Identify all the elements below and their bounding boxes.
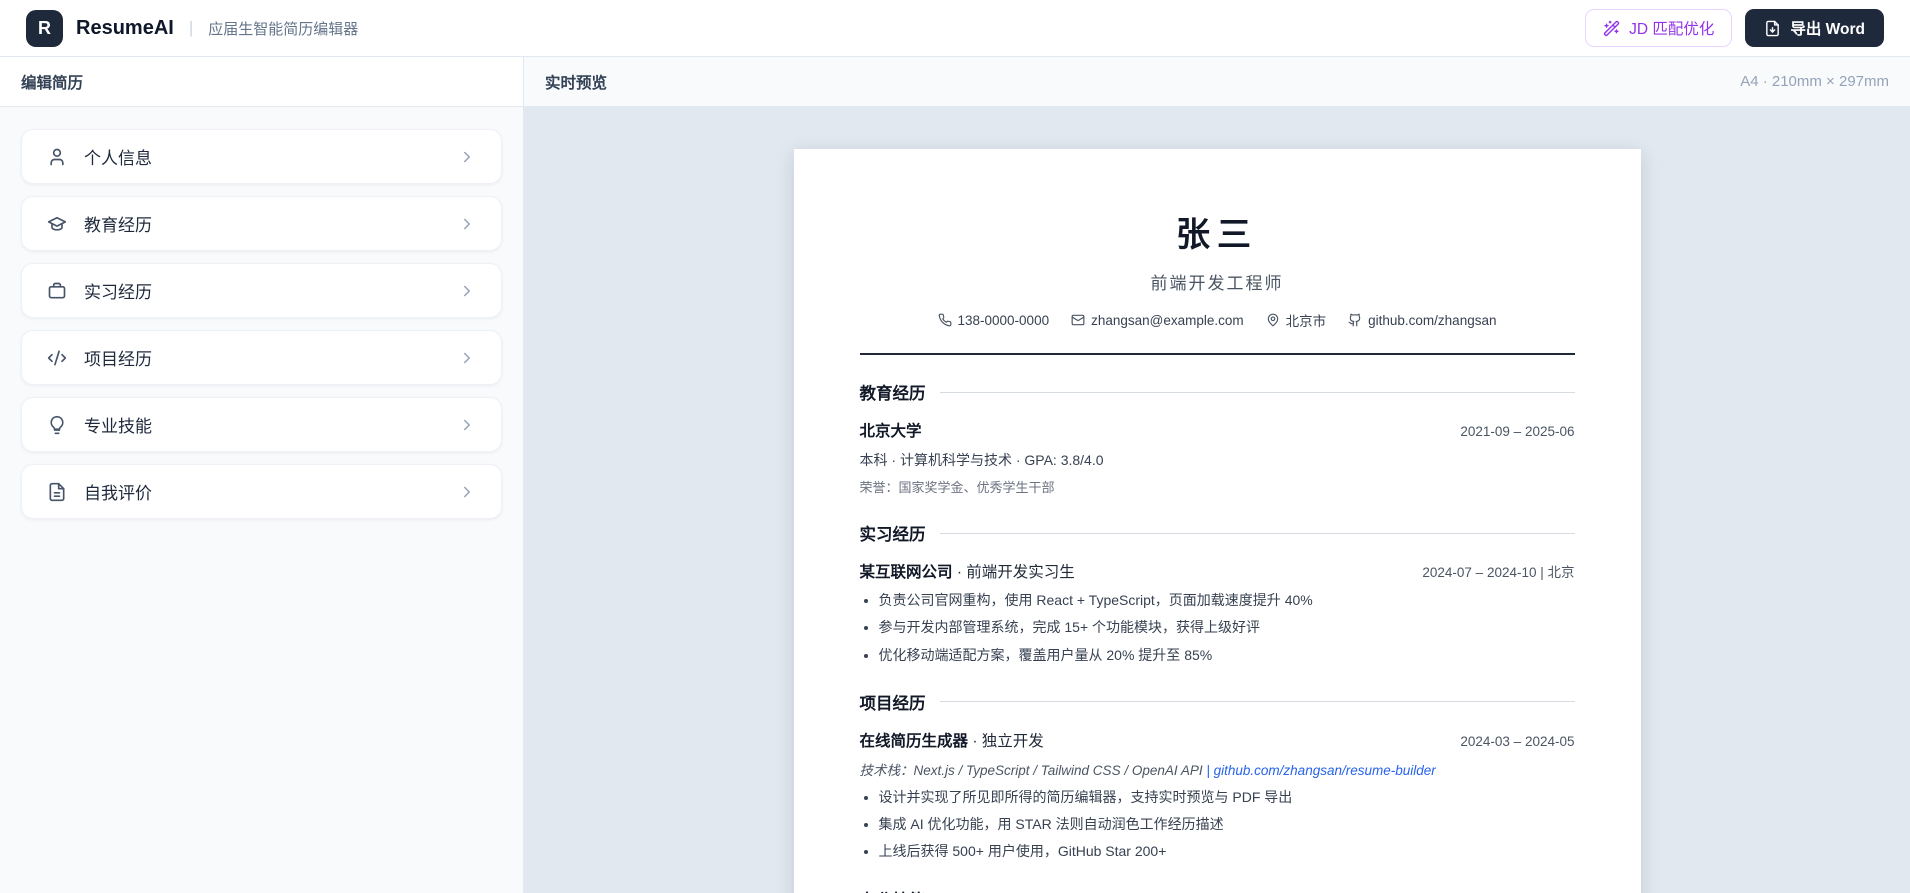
tech-stack: Next.js / TypeScript / Tailwind CSS / Op…: [913, 762, 1203, 778]
tech-label: 技术栈：: [859, 762, 914, 778]
contact-text: zhangsan@example.com: [1091, 312, 1244, 328]
code-icon: [47, 348, 67, 368]
resume-section-internship: 实习经历 某互联网公司 · 前端开发实习生 2024-07 – 2024-10 …: [860, 521, 1575, 665]
internship-date: 2024-07 – 2024-10 | 北京: [1422, 565, 1575, 580]
wand-sparkles-icon: [1603, 20, 1620, 37]
preview-title: 实时预览: [545, 74, 608, 92]
brand-divider: |: [188, 18, 194, 37]
section-title: 教育经历: [859, 385, 926, 403]
section-rule: [939, 701, 1575, 703]
project-bullets: 设计并实现了所见即所得的简历编辑器，支持实时预览与 PDF 导出集成 AI 优化…: [860, 787, 1575, 862]
degree-line: 本科 · 计算机科学与技术 · GPA: 3.8/4.0: [859, 452, 1104, 468]
user-icon: [47, 147, 67, 167]
role-name: 前端开发实习生: [966, 564, 1075, 581]
github-icon: [1348, 313, 1362, 327]
section-title: 项目经历: [859, 694, 926, 713]
header-divider-rule: [859, 353, 1575, 355]
project-name: 在线简历生成器: [859, 732, 969, 750]
contact-text: github.com/zhangsan: [1368, 312, 1497, 328]
resume-section-skills: 专业技能 前端技术： React、Vue、Next.js、TypeScript、…: [860, 887, 1575, 893]
chevron-right-icon: [458, 349, 476, 367]
page-size-label: A4 · 210mm × 297mm: [1740, 73, 1889, 90]
editor-panel-header: 编辑简历: [0, 57, 523, 107]
jd-optimize-button[interactable]: JD 匹配优化: [1585, 9, 1733, 47]
company-name: 某互联网公司: [859, 564, 953, 581]
contact-text: 北京市: [1285, 314, 1327, 329]
resume-section-education: 教育经历 北京大学 2021-09 – 2025-06 本科 · 计算机科学与技…: [860, 380, 1575, 496]
role-name: 独立开发: [981, 732, 1044, 750]
mail-icon: [1071, 313, 1085, 327]
resume-contact-row: 138-0000-0000 zhangsan@example.com 北京市 g…: [860, 310, 1575, 330]
bullet-item: 集成 AI 优化功能，用 STAR 法则自动润色工作经历描述: [879, 814, 1575, 834]
editor-title: 编辑简历: [21, 74, 84, 92]
file-text-icon: [47, 482, 67, 502]
editor-panel: 编辑简历 个人信息 教育经历 实习经历 项目经历 专业技能 自我评价: [0, 57, 524, 893]
briefcase-icon: [47, 281, 67, 301]
editor-section-card[interactable]: 个人信息: [21, 129, 502, 184]
export-word-button[interactable]: 导出 Word: [1745, 9, 1884, 47]
editor-section-card[interactable]: 教育经历: [21, 196, 502, 251]
section-card-label: 教育经历: [84, 216, 152, 235]
resume-paper: 张三 前端开发工程师 138-0000-0000 zhangsan@exampl…: [793, 149, 1641, 893]
chevron-right-icon: [458, 416, 476, 434]
app-name: ResumeAI: [76, 16, 174, 39]
resume-job-title: 前端开发工程师: [1150, 274, 1284, 293]
section-rule: [939, 391, 1575, 393]
file-down-icon: [1764, 20, 1781, 37]
section-title: 专业技能: [860, 887, 926, 893]
title-separator: ·: [952, 564, 967, 581]
contact-item: 北京市: [1266, 310, 1327, 330]
editor-section-card[interactable]: 专业技能: [21, 397, 502, 452]
education-date: 2021-09 – 2025-06: [1460, 424, 1575, 439]
contact-item: github.com/zhangsan: [1348, 313, 1496, 328]
bullet-item: 参与开发内部管理系统，完成 15+ 个功能模块，获得上级好评: [879, 617, 1575, 637]
section-rule: [939, 532, 1575, 534]
link-separator: |: [1202, 762, 1214, 778]
main-layout: 编辑简历 个人信息 教育经历 实习经历 项目经历 专业技能 自我评价 实时预览 …: [0, 57, 1910, 893]
section-title: 实习经历: [859, 526, 926, 544]
bullet-item: 设计并实现了所见即所得的简历编辑器，支持实时预览与 PDF 导出: [879, 787, 1575, 807]
internship-bullets: 负责公司官网重构，使用 React + TypeScript，页面加载速度提升 …: [860, 590, 1575, 665]
phone-icon: [938, 313, 952, 327]
school-name: 北京大学: [859, 423, 922, 440]
contact-item: zhangsan@example.com: [1071, 313, 1244, 328]
section-card-label: 项目经历: [84, 350, 152, 369]
project-repo-link[interactable]: github.com/zhangsan/resume-builder: [1214, 763, 1436, 778]
title-separator: ·: [968, 732, 982, 750]
preview-body: 张三 前端开发工程师 138-0000-0000 zhangsan@exampl…: [524, 107, 1910, 893]
contact-item: 138-0000-0000: [938, 312, 1050, 328]
map-pin-icon: [1266, 313, 1280, 327]
bullet-item: 优化移动端适配方案，覆盖用户量从 20% 提升至 85%: [879, 645, 1575, 665]
chevron-right-icon: [458, 282, 476, 300]
header-actions: JD 匹配优化 导出 Word: [1585, 9, 1884, 47]
graduation-cap-icon: [47, 214, 67, 234]
editor-section-card[interactable]: 自我评价: [21, 464, 502, 519]
project-date: 2024-03 – 2024-05: [1460, 733, 1575, 749]
section-card-label: 自我评价: [84, 484, 152, 503]
editor-section-card[interactable]: 实习经历: [21, 263, 502, 318]
resume-name: 张三: [1176, 216, 1258, 254]
section-card-label: 实习经历: [84, 283, 152, 302]
preview-panel-header: 实时预览 A4 · 210mm × 297mm: [524, 57, 1910, 107]
contact-text: 138-0000-0000: [957, 312, 1050, 328]
bullet-item: 负责公司官网重构，使用 React + TypeScript，页面加载速度提升 …: [879, 590, 1575, 610]
preview-panel: 实时预览 A4 · 210mm × 297mm 张三 前端开发工程师 138-0…: [524, 57, 1910, 893]
app-logo: R: [26, 9, 63, 47]
section-card-label: 个人信息: [84, 149, 152, 168]
app-subtitle: 应届生智能简历编辑器: [208, 20, 359, 38]
resume-section-project: 项目经历 在线简历生成器 · 独立开发 2024-03 – 2024-05 技术…: [860, 690, 1575, 862]
editor-section-card[interactable]: 项目经历: [21, 330, 502, 385]
chevron-right-icon: [458, 148, 476, 166]
lightbulb-icon: [47, 415, 67, 435]
brand: R ResumeAI | 应届生智能简历编辑器: [26, 9, 359, 47]
bullet-item: 上线后获得 500+ 用户使用，GitHub Star 200+: [879, 841, 1575, 861]
chevron-right-icon: [458, 215, 476, 233]
chevron-right-icon: [458, 483, 476, 501]
app-header: R ResumeAI | 应届生智能简历编辑器 JD 匹配优化 导出 Word: [0, 0, 1910, 57]
honors-line: 荣誉：国家奖学金、优秀学生干部: [859, 480, 1055, 495]
editor-section-list: 个人信息 教育经历 实习经历 项目经历 专业技能 自我评价: [0, 107, 523, 541]
section-card-label: 专业技能: [84, 417, 152, 436]
